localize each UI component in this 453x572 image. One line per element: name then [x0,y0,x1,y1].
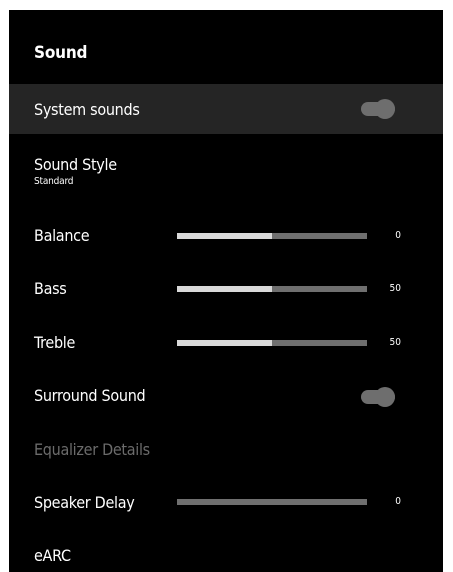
system-sounds-label: System sounds [34,100,140,119]
treble-slider[interactable] [177,340,367,346]
sound-style-value: Standard [34,176,74,187]
bass-slider-fill [177,286,272,292]
balance-label: Balance [34,226,90,245]
earc-label: eARC [34,546,71,565]
treble-value: 50 [389,337,401,348]
bass-value: 50 [389,283,401,294]
bass-slider[interactable] [177,286,367,292]
sound-settings-panel: Sound System sounds Sound Style Standard… [9,10,443,572]
toggle-knob [375,387,395,407]
surround-sound-toggle[interactable] [361,387,395,407]
earc-row[interactable]: eARC [9,532,443,572]
equalizer-details-label: Equalizer Details [34,440,150,459]
speaker-delay-slider[interactable] [177,499,367,505]
bass-row[interactable]: Bass 50 [9,263,443,313]
treble-row[interactable]: Treble 50 [9,317,443,367]
toggle-knob [375,99,395,119]
panel-title: Sound [34,43,88,63]
bass-label: Bass [34,279,67,298]
balance-value: 0 [395,230,401,241]
system-sounds-row[interactable]: System sounds [9,84,443,134]
treble-label: Treble [34,333,76,352]
balance-slider-fill [177,233,272,239]
balance-slider[interactable] [177,233,367,239]
surround-sound-label: Surround Sound [34,386,146,405]
equalizer-details-row: Equalizer Details [9,424,443,474]
speaker-delay-value: 0 [395,496,401,507]
balance-row[interactable]: Balance 0 [9,210,443,260]
speaker-delay-row[interactable]: Speaker Delay 0 [9,477,443,527]
surround-sound-row[interactable]: Surround Sound [9,370,443,420]
treble-slider-fill [177,340,272,346]
sound-style-label: Sound Style [34,155,117,174]
system-sounds-toggle[interactable] [361,99,395,119]
sound-style-row[interactable]: Sound Style Standard [9,147,443,193]
speaker-delay-label: Speaker Delay [34,493,135,512]
